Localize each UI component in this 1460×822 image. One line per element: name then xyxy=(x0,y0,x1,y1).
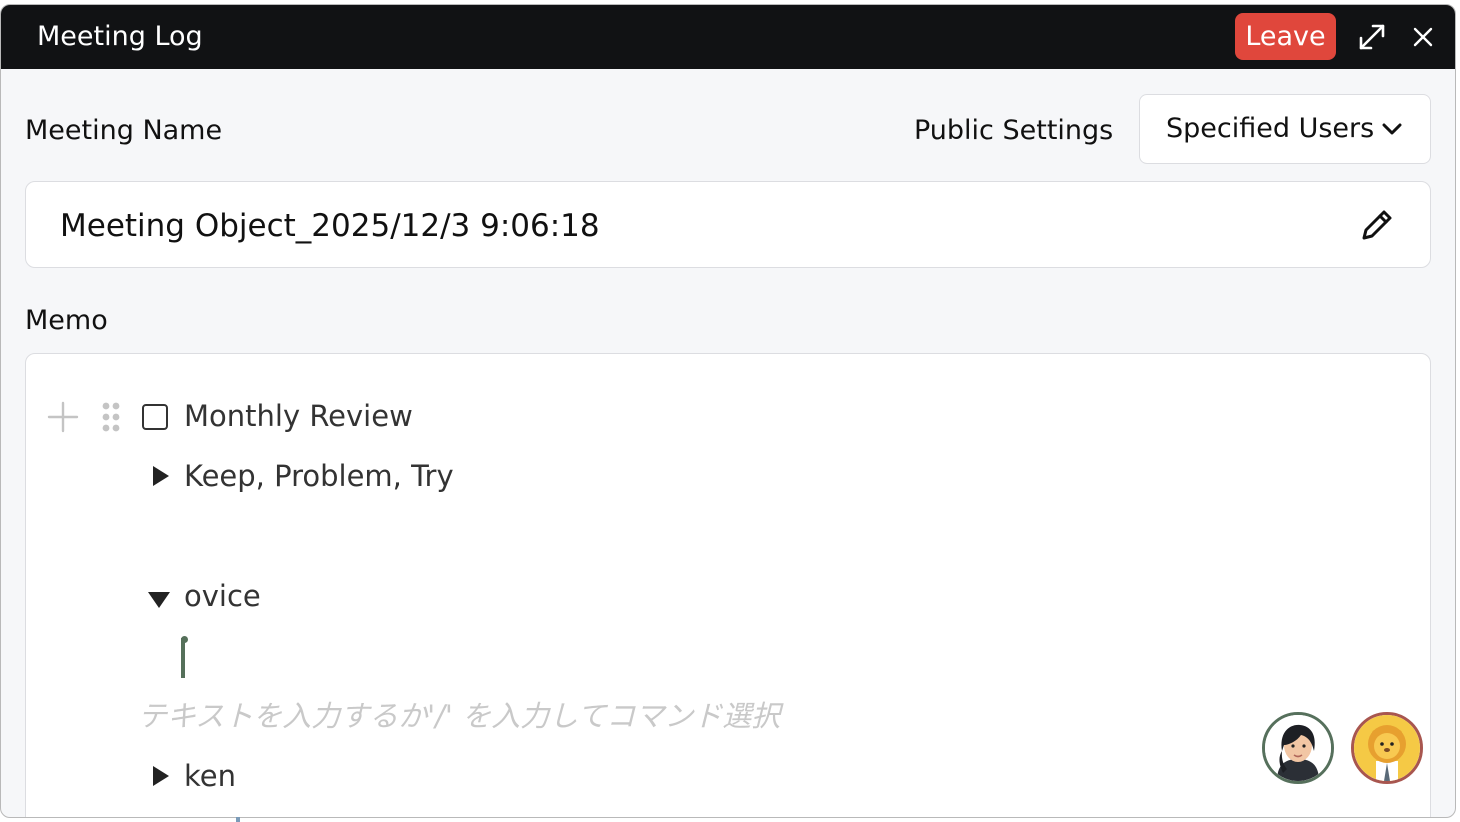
meeting-name-label: Meeting Name xyxy=(25,115,223,146)
add-block-icon[interactable] xyxy=(46,400,80,438)
public-settings-label: Public Settings xyxy=(914,115,1114,146)
memo-item-text: Keep, Problem, Try xyxy=(184,459,454,493)
public-settings-value: Specified Users xyxy=(1166,113,1375,144)
pencil-icon[interactable] xyxy=(1358,206,1396,248)
window-title: Meeting Log xyxy=(37,21,203,52)
triangle-right-icon[interactable] xyxy=(152,766,170,790)
memo-item-text: Monthly Review xyxy=(184,399,413,433)
participant-avatar[interactable] xyxy=(1351,712,1423,784)
monthly-review-checkbox[interactable] xyxy=(142,404,168,430)
meeting-name-field[interactable]: Meeting Object_2025/12/3 9:06:18 xyxy=(25,181,1431,268)
memo-item-text: ovice xyxy=(184,579,261,613)
expand-icon[interactable] xyxy=(1354,19,1390,55)
meeting-name-value: Meeting Object_2025/12/3 9:06:18 xyxy=(60,208,600,244)
public-settings-select[interactable]: Specified Users xyxy=(1139,94,1431,164)
triangle-down-icon[interactable] xyxy=(148,591,170,613)
triangle-right-icon[interactable] xyxy=(152,466,170,490)
memo-editor[interactable]: Monthly Review Keep, Problem, Try ovice … xyxy=(25,353,1431,817)
leave-button[interactable]: Leave xyxy=(1235,13,1336,60)
participant-avatar[interactable] xyxy=(1262,712,1334,784)
chevron-down-icon xyxy=(1380,117,1404,145)
meeting-log-window: Meeting Log Leave Meeting Name Public Se… xyxy=(0,4,1456,818)
drag-handle-icon[interactable] xyxy=(100,400,122,438)
title-bar: Meeting Log Leave xyxy=(1,5,1455,69)
memo-placeholder: テキストを入力するか'/' を入力してコマンド選択 xyxy=(138,699,781,733)
memo-label: Memo xyxy=(25,305,108,336)
close-icon[interactable] xyxy=(1405,19,1441,55)
scroll-indicator xyxy=(236,817,240,822)
memo-item-text: ken xyxy=(184,759,236,793)
text-cursor xyxy=(181,636,188,678)
